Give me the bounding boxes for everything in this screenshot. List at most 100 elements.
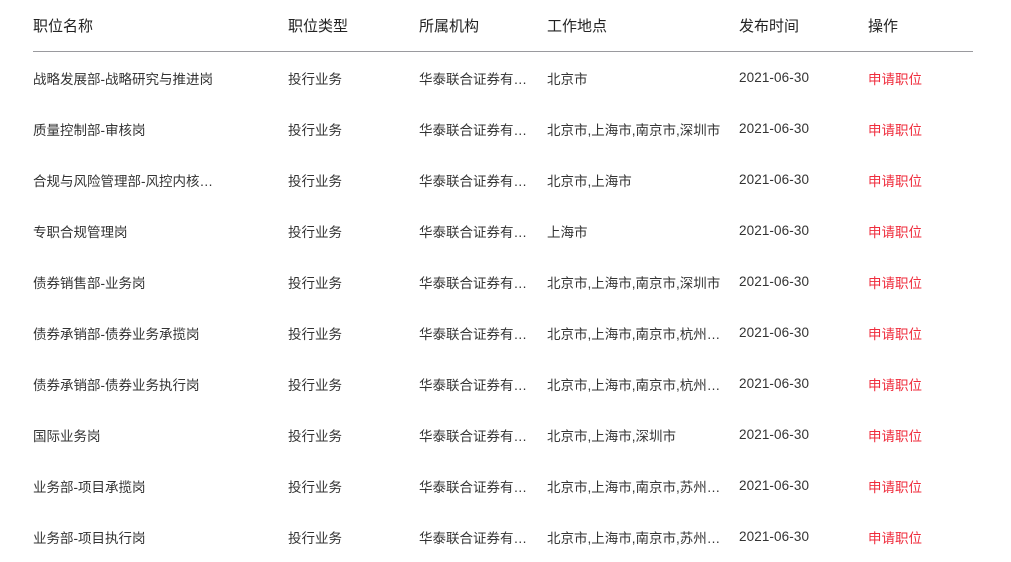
cell-action: 申请职位 bbox=[868, 52, 973, 104]
cell-action: 申请职位 bbox=[868, 103, 973, 154]
cell-organization: 华泰联合证券有… bbox=[419, 103, 547, 154]
cell-action: 申请职位 bbox=[868, 409, 973, 460]
apply-job-link[interactable]: 申请职位 bbox=[868, 174, 922, 189]
cell-job-type: 投行业务 bbox=[288, 205, 419, 256]
cell-publish-date-text: 2021-06-30 bbox=[739, 478, 809, 493]
cell-organization-text: 华泰联合证券有… bbox=[419, 119, 527, 139]
cell-job-title-text: 专职合规管理岗 bbox=[33, 221, 128, 241]
apply-job-link[interactable]: 申请职位 bbox=[868, 123, 922, 138]
cell-publish-date: 2021-06-30 bbox=[739, 154, 868, 205]
cell-work-location-text: 北京市,上海市,深圳市 bbox=[547, 425, 676, 445]
table-row: 国际业务岗投行业务华泰联合证券有…北京市,上海市,深圳市2021-06-30申请… bbox=[33, 409, 973, 460]
cell-job-type-text: 投行业务 bbox=[288, 119, 342, 139]
cell-organization-text: 华泰联合证券有… bbox=[419, 68, 527, 88]
cell-job-title: 战略发展部-战略研究与推进岗 bbox=[33, 52, 288, 104]
cell-job-title-text: 业务部-项目执行岗 bbox=[33, 527, 146, 547]
column-header-organization: 所属机构 bbox=[419, 0, 547, 52]
cell-job-type-text: 投行业务 bbox=[288, 221, 342, 241]
cell-work-location-text: 北京市,上海市 bbox=[547, 170, 632, 190]
cell-publish-date-text: 2021-06-30 bbox=[739, 325, 809, 340]
cell-work-location-text: 北京市,上海市,南京市,深圳市 bbox=[547, 119, 720, 139]
cell-organization-text: 华泰联合证券有… bbox=[419, 272, 527, 292]
apply-job-link[interactable]: 申请职位 bbox=[868, 72, 922, 87]
cell-action: 申请职位 bbox=[868, 154, 973, 205]
cell-work-location: 上海市 bbox=[547, 205, 739, 256]
cell-action: 申请职位 bbox=[868, 511, 973, 562]
apply-job-link[interactable]: 申请职位 bbox=[868, 429, 922, 444]
table-row: 债券承销部-债券业务执行岗投行业务 华泰联合证券有…北京市,上海市,南京市,杭州…… bbox=[33, 358, 973, 409]
cell-organization: 华泰联合证券有… bbox=[419, 460, 547, 511]
cell-job-type-text: 投行业务 bbox=[288, 374, 342, 394]
table-row: 业务部-项目执行岗投行业务华泰联合证券有…北京市,上海市,南京市,苏州…2021… bbox=[33, 511, 973, 562]
cell-work-location-text: 北京市,上海市,南京市,深圳市 bbox=[547, 272, 720, 292]
cell-organization-text: 华泰联合证券有… bbox=[419, 170, 527, 190]
table-row: 专职合规管理岗 投行业务 华泰联合证券有… 上海市2021-06-30 申请职位 bbox=[33, 205, 973, 256]
cell-job-title-text: 业务部-项目承揽岗 bbox=[33, 476, 146, 496]
cell-job-title: 债券承销部-债券业务承揽岗 bbox=[33, 307, 288, 358]
cell-publish-date-text: 2021-06-30 bbox=[739, 172, 809, 187]
cell-job-type-text: 投行业务 bbox=[288, 272, 342, 292]
cell-organization-text: 华泰联合证券有… bbox=[419, 527, 527, 547]
cell-job-type: 投行业务 bbox=[288, 409, 419, 460]
cell-publish-date-text: 2021-06-30 bbox=[739, 529, 809, 544]
apply-job-link[interactable]: 申请职位 bbox=[868, 327, 922, 342]
table-row: 战略发展部-战略研究与推进岗投行业务 华泰联合证券有… 北京市2021-06-30申… bbox=[33, 52, 973, 104]
cell-job-title-text: 国际业务岗 bbox=[33, 425, 101, 445]
cell-job-type: 投行业务 bbox=[288, 52, 419, 104]
cell-organization-text: 华泰联合证券有… bbox=[419, 476, 527, 496]
cell-organization: 华泰联合证券有… bbox=[419, 358, 547, 409]
apply-job-link[interactable]: 申请职位 bbox=[868, 276, 922, 291]
cell-job-title: 国际业务岗 bbox=[33, 409, 288, 460]
cell-organization-text: 华泰联合证券有… bbox=[419, 221, 527, 241]
table-row: 债券承销部-债券业务承揽岗投行业务华泰联合证券有…北京市,上海市,南京市,杭州…… bbox=[33, 307, 973, 358]
cell-work-location: 北京市,上海市,南京市,苏州… bbox=[547, 460, 739, 511]
cell-job-type-text: 投行业务 bbox=[288, 527, 342, 547]
cell-publish-date: 2021-06-30 bbox=[739, 205, 868, 256]
cell-job-type: 投行业务 bbox=[288, 154, 419, 205]
apply-job-link[interactable]: 申请职位 bbox=[868, 378, 922, 393]
table-row: 合规与风险管理部-风控内核…投行业务 华泰联合证券有… 北京市,上海市 2021-06… bbox=[33, 154, 973, 205]
cell-work-location: 北京市 bbox=[547, 52, 739, 104]
cell-job-title-text: 债券销售部-业务岗 bbox=[33, 272, 146, 292]
cell-organization-text: 华泰联合证券有… bbox=[419, 425, 527, 445]
apply-job-link[interactable]: 申请职位 bbox=[868, 480, 922, 495]
cell-organization: 华泰联合证券有… bbox=[419, 205, 547, 256]
table-row: 业务部-项目承揽岗 投行业务华泰联合证券有… 北京市,上海市,南京市,苏州…2021… bbox=[33, 460, 973, 511]
cell-publish-date: 2021-06-30 bbox=[739, 307, 868, 358]
cell-publish-date: 2021-06-30 bbox=[739, 52, 868, 104]
cell-organization: 华泰联合证券有… bbox=[419, 256, 547, 307]
apply-job-link[interactable]: 申请职位 bbox=[868, 225, 922, 240]
cell-publish-date: 2021-06-30 bbox=[739, 511, 868, 562]
cell-job-title: 业务部-项目执行岗 bbox=[33, 511, 288, 562]
cell-action: 申请职位 bbox=[868, 358, 973, 409]
cell-publish-date-text: 2021-06-30 bbox=[739, 376, 809, 391]
cell-job-type: 投行业务 bbox=[288, 511, 419, 562]
apply-job-link[interactable]: 申请职位 bbox=[868, 531, 922, 546]
cell-job-type: 投行业务 bbox=[288, 358, 419, 409]
column-header-publish-date: 发布时间 bbox=[739, 0, 868, 52]
cell-work-location-text: 北京市,上海市,南京市,杭州… bbox=[547, 374, 720, 394]
cell-job-type: 投行业务 bbox=[288, 460, 419, 511]
cell-job-type: 投行业务 bbox=[288, 256, 419, 307]
cell-work-location-text: 北京市,上海市,南京市,杭州… bbox=[547, 323, 720, 343]
cell-job-title: 业务部-项目承揽岗 bbox=[33, 460, 288, 511]
cell-job-title: 债券销售部-业务岗 bbox=[33, 256, 288, 307]
cell-job-title: 债券承销部-债券业务执行岗 bbox=[33, 358, 288, 409]
cell-job-title: 合规与风险管理部-风控内核… bbox=[33, 154, 288, 205]
cell-publish-date-text: 2021-06-30 bbox=[739, 121, 809, 136]
cell-job-type-text: 投行业务 bbox=[288, 68, 342, 88]
column-header-job-title: 职位名称 bbox=[33, 0, 288, 52]
table-header: 职位名称 职位类型 所属机构 工作地点 发布时间 操作 bbox=[33, 0, 973, 52]
cell-publish-date-text: 2021-06-30 bbox=[739, 223, 809, 238]
cell-action: 申请职位 bbox=[868, 256, 973, 307]
cell-publish-date-text: 2021-06-30 bbox=[739, 274, 809, 289]
cell-job-title: 专职合规管理岗 bbox=[33, 205, 288, 256]
cell-work-location: 北京市,上海市,南京市,杭州… bbox=[547, 358, 739, 409]
column-header-action: 操作 bbox=[868, 0, 973, 52]
cell-job-type-text: 投行业务 bbox=[288, 425, 342, 445]
table-header-row: 职位名称 职位类型 所属机构 工作地点 发布时间 操作 bbox=[33, 0, 973, 52]
cell-publish-date: 2021-06-30 bbox=[739, 256, 868, 307]
cell-action: 申请职位 bbox=[868, 460, 973, 511]
cell-publish-date: 2021-06-30 bbox=[739, 358, 868, 409]
cell-job-type-text: 投行业务 bbox=[288, 170, 342, 190]
